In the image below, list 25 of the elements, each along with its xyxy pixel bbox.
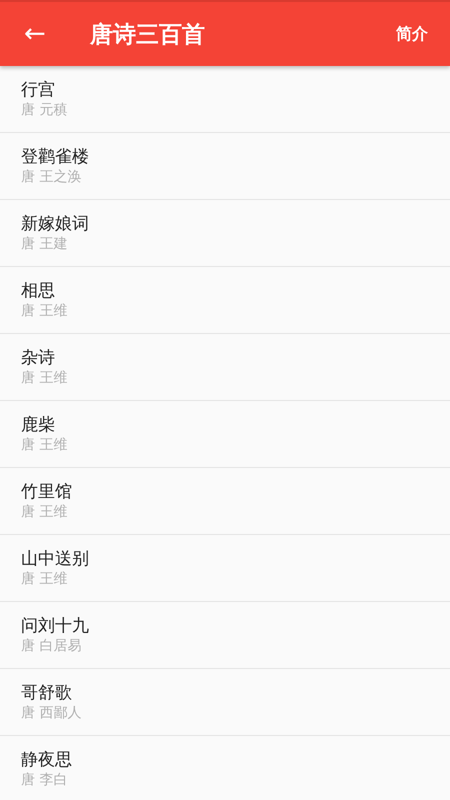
poem-author: 唐 王维	[21, 502, 68, 522]
poem-author: 唐 王维	[21, 570, 68, 588]
poem-title: 哥舒歌	[21, 682, 72, 704]
back-button[interactable]: ←	[20, 21, 50, 47]
poem-author: 唐 王建	[21, 234, 68, 254]
poem-title: 山中送别	[21, 548, 89, 570]
poem-author: 唐 王维	[21, 436, 68, 454]
poem-author: 唐 李白	[21, 770, 68, 790]
poem-title: 行宫	[21, 78, 55, 100]
poem-title: 新嫁娘词	[21, 212, 89, 234]
poem-author: 唐 西鄙人	[21, 704, 82, 722]
poem-title: 静夜思	[21, 748, 72, 770]
poem-title: 竹里馆	[21, 480, 72, 502]
poem-author: 唐 王维	[21, 302, 68, 320]
poem-author: 唐 元稹	[21, 100, 68, 120]
app-title: 唐诗三百首	[90, 20, 206, 50]
poem-title: 杂诗	[21, 346, 55, 368]
poem-title: 登鹳雀楼	[21, 146, 89, 168]
poem-author: 唐 白居易	[21, 636, 82, 656]
intro-button[interactable]: 简介	[396, 24, 428, 44]
poem-title: 问刘十九	[21, 614, 89, 636]
poem-title: 鹿柴	[21, 414, 55, 436]
poem-author: 唐 王维	[21, 368, 68, 388]
poem-author: 唐 王之涣	[21, 168, 82, 186]
poem-title: 相思	[21, 280, 55, 302]
